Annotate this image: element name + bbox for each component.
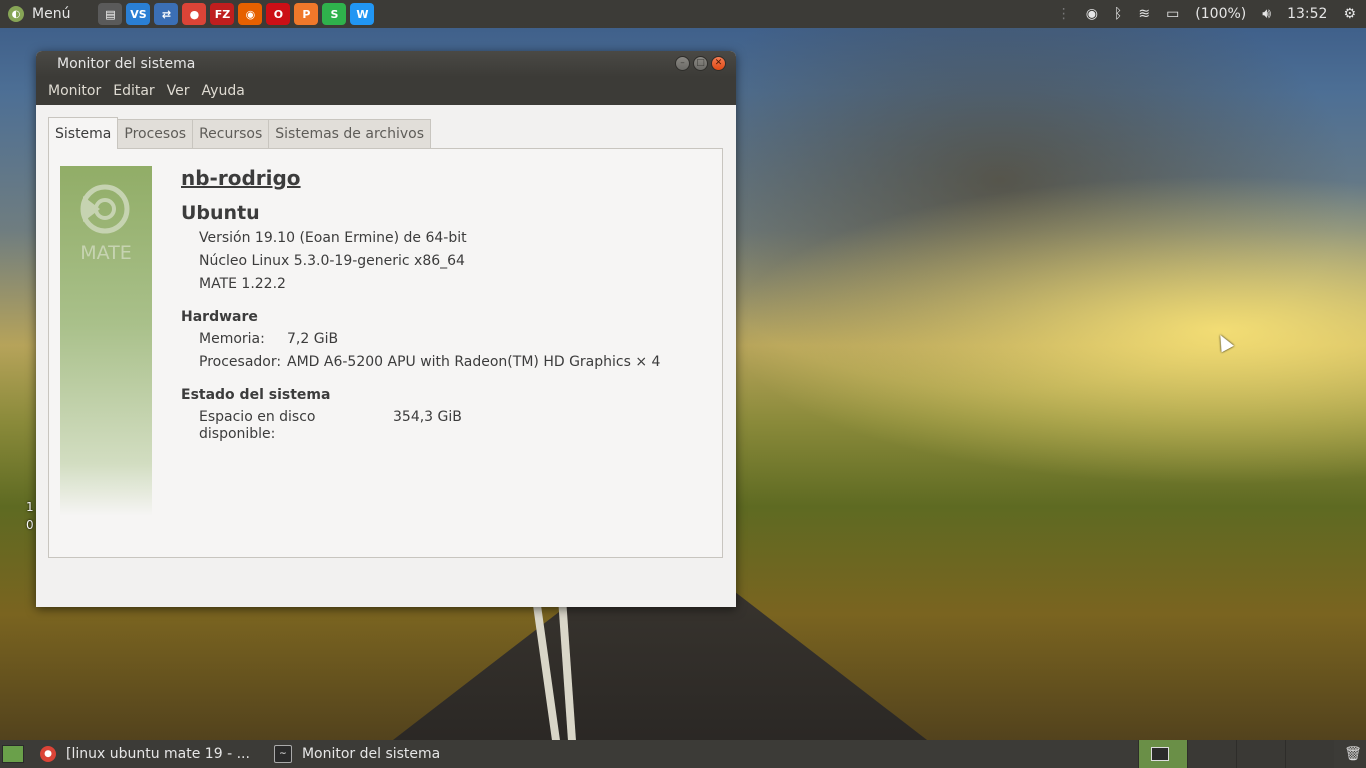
launcher-bar: ▤ VS ⇄ ● FZ ◉ O P S W <box>98 3 375 25</box>
main-menu-button[interactable]: ◐ Menú <box>0 0 80 28</box>
hostname[interactable]: nb-rodrigo <box>181 166 660 190</box>
workspace-switcher <box>1138 740 1334 768</box>
main-menu-label: Menú <box>32 6 71 22</box>
os-version: Versión 19.10 (Eoan Ermine) de 64-bit <box>199 230 467 246</box>
maximize-button[interactable]: □ <box>693 56 708 71</box>
tab-bar: Sistema Procesos Recursos Sistemas de ar… <box>48 117 431 149</box>
workspace-1[interactable] <box>1138 740 1187 768</box>
taskbar-item-browser[interactable]: ● [linux ubuntu mate 19 - ... <box>32 741 258 767</box>
taskbar-item-label: [linux ubuntu mate 19 - ... <box>66 746 250 762</box>
kernel-version: Núcleo Linux 5.3.0-19-generic x86_64 <box>199 253 465 269</box>
taskbar-item-label: Monitor del sistema <box>301 746 441 762</box>
menubar: Monitor Editar Ver Ayuda <box>36 77 736 105</box>
disk-value: 354,3 GiB <box>393 409 462 425</box>
vscode-icon[interactable]: VS <box>126 3 151 25</box>
system-info-panel: MATE nb-rodrigo Ubuntu Versión 19.10 (Eo… <box>48 148 723 558</box>
mate-banner-text: MATE <box>80 242 132 264</box>
show-desktop-button[interactable] <box>2 745 24 763</box>
window-titlebar[interactable]: Monitor del sistema – □ ✕ <box>36 51 736 77</box>
opera-icon[interactable]: O <box>266 3 291 25</box>
tab-procesos[interactable]: Procesos <box>118 119 194 149</box>
trash-icon[interactable]: 🗑︎ <box>1340 740 1366 768</box>
taskbar-item-system-monitor[interactable]: ~ Monitor del sistema <box>266 741 448 767</box>
chrome-icon: ● <box>40 746 56 762</box>
disk-row: Espacio en disco disponible: 354,3 GiB <box>199 409 660 443</box>
memory-row: Memoria: 7,2 GiB <box>199 331 660 348</box>
top-panel: ◐ Menú ▤ VS ⇄ ● FZ ◉ O P S W ⋮ ◉ ᛒ ≋ ▭ (100%) 🔊︎ … <box>0 0 1366 28</box>
mate-emblem-icon <box>80 184 130 234</box>
workspace-window-thumbnail <box>1151 747 1169 761</box>
eye-icon[interactable]: ◉ <box>1086 6 1098 22</box>
distro-name: Ubuntu <box>181 202 260 224</box>
memory-value: 7,2 GiB <box>287 331 339 347</box>
files-icon[interactable]: ▤ <box>98 3 123 25</box>
menu-ayuda[interactable]: Ayuda <box>196 83 251 99</box>
system-monitor-window: Monitor del sistema – □ ✕ Monitor Editar… <box>36 51 736 607</box>
workspace-2[interactable] <box>1187 740 1236 768</box>
bottom-panel: ● [linux ubuntu mate 19 - ... ~ Monitor … <box>0 740 1366 768</box>
workspace-3[interactable] <box>1236 740 1285 768</box>
filezilla-icon[interactable]: FZ <box>210 3 235 25</box>
memory-label: Memoria: <box>199 331 265 347</box>
window-content: Sistema Procesos Recursos Sistemas de ar… <box>36 105 736 607</box>
minimize-button[interactable]: – <box>675 56 690 71</box>
bluetooth-icon[interactable]: ᛒ <box>1114 6 1122 22</box>
mate-banner: MATE <box>60 166 152 516</box>
tray-separator: ⋮ <box>1056 6 1071 22</box>
cpu-value: AMD A6-5200 APU with Radeon(TM) HD Graph… <box>287 354 661 370</box>
cpu-label: Procesador: <box>199 354 282 370</box>
battery-icon[interactable]: ▭ <box>1166 6 1179 22</box>
close-button[interactable]: ✕ <box>711 56 726 71</box>
tab-recursos[interactable]: Recursos <box>193 119 270 149</box>
workspace-4[interactable] <box>1285 740 1334 768</box>
desktop-text-line: 0 <box>26 518 34 532</box>
wps-writer-icon[interactable]: W <box>350 3 375 25</box>
volume-icon[interactable]: 🔊︎ <box>1262 6 1271 22</box>
mate-version: MATE 1.22.2 <box>199 276 286 292</box>
menu-ver[interactable]: Ver <box>161 83 196 99</box>
desktop-icon-label: 1 0 <box>26 498 34 534</box>
system-info: nb-rodrigo Ubuntu Versión 19.10 (Eoan Er… <box>181 166 660 449</box>
wps-presentation-icon[interactable]: P <box>294 3 319 25</box>
wifi-icon[interactable]: ≋ <box>1138 6 1150 22</box>
gear-icon[interactable]: ⚙ <box>1343 6 1356 22</box>
menu-editar[interactable]: Editar <box>107 83 160 99</box>
system-status-heading: Estado del sistema <box>181 387 331 403</box>
tab-sistemas-de-archivos[interactable]: Sistemas de archivos <box>269 119 431 149</box>
window-controls: – □ ✕ <box>675 56 726 71</box>
window-title: Monitor del sistema <box>57 56 196 72</box>
mate-logo-icon: ◐ <box>8 6 24 22</box>
chrome-icon[interactable]: ● <box>182 3 207 25</box>
menu-monitor[interactable]: Monitor <box>42 83 107 99</box>
network-icon[interactable]: ⇄ <box>154 3 179 25</box>
mouse-pointer-icon <box>1214 331 1234 353</box>
system-monitor-icon: ~ <box>273 745 292 763</box>
hardware-heading: Hardware <box>181 309 258 325</box>
disk-label: Espacio en disco disponible: <box>199 409 316 442</box>
cpu-row: Procesador: AMD A6-5200 APU with Radeon(… <box>199 354 660 371</box>
desktop-text-line: 1 <box>26 500 34 514</box>
battery-percentage[interactable]: (100%) <box>1195 6 1246 22</box>
tab-sistema[interactable]: Sistema <box>48 117 119 149</box>
firefox-icon[interactable]: ◉ <box>238 3 263 25</box>
clock[interactable]: 13:52 <box>1287 6 1327 22</box>
wps-spreadsheet-icon[interactable]: S <box>322 3 347 25</box>
system-tray: ⋮ ◉ ᛒ ≋ ▭ (100%) 🔊︎ 13:52 ⚙ <box>1057 6 1366 22</box>
